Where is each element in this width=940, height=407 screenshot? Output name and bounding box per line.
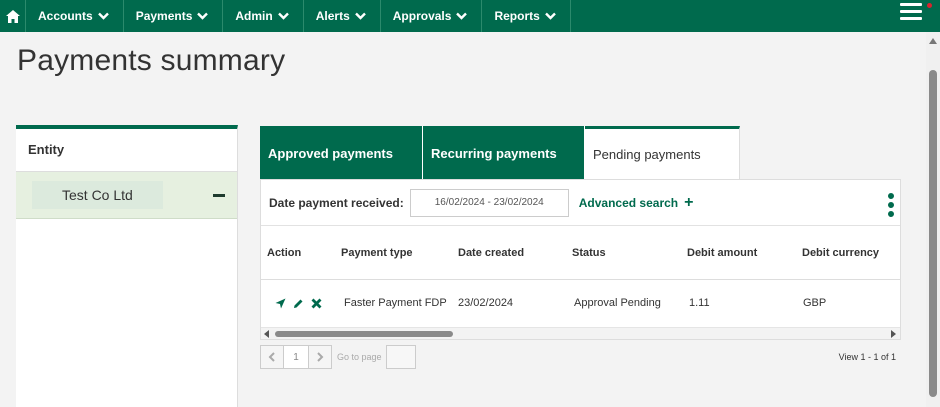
next-page-button[interactable] <box>308 345 332 369</box>
tab-label: Approved payments <box>268 145 393 161</box>
chevron-down-icon <box>197 12 209 20</box>
collapse-minus-icon[interactable] <box>213 193 225 197</box>
edit-pencil-icon[interactable] <box>293 298 304 309</box>
cell-payment-type: Faster Payment FDP <box>344 297 447 309</box>
table-row: Faster Payment FDP 23/02/2024 Approval P… <box>261 280 900 326</box>
scrollbar-thumb[interactable] <box>929 70 937 397</box>
cell-status: Approval Pending <box>574 297 661 309</box>
date-filter-label: Date payment received: <box>269 195 404 210</box>
nav-alerts[interactable]: Alerts <box>304 0 381 32</box>
top-nav: Accounts Payments Admin Alerts Approvals… <box>0 0 940 32</box>
view-count: View 1 - 1 of 1 <box>838 352 896 362</box>
prev-page-button[interactable] <box>260 345 284 369</box>
nav-alerts-label: Alerts <box>315 9 350 23</box>
chevron-down-icon <box>544 12 556 20</box>
nav-admin-label: Admin <box>235 9 273 23</box>
chevron-down-icon <box>354 12 366 20</box>
table-horizontal-scrollbar[interactable] <box>261 327 900 339</box>
pagination: 1 Go to page <box>260 345 416 369</box>
date-range-input[interactable]: 16/02/2024 - 23/02/2024 <box>409 188 569 217</box>
entity-panel: Entity Test Co Ltd <box>16 125 238 407</box>
cell-debit-currency: GBP <box>803 297 827 309</box>
nav-reports[interactable]: Reports <box>482 0 571 32</box>
go-to-page-label: Go to page <box>337 352 382 362</box>
nav-accounts-label: Accounts <box>38 9 93 23</box>
tab-recurring-payments[interactable]: Recurring payments <box>423 126 585 180</box>
current-page-number: 1 <box>284 345 308 369</box>
table-header: Action Payment type Date created Status … <box>261 226 900 280</box>
payment-tabs: Approved payments Recurring payments Pen… <box>260 126 740 180</box>
horizontal-scrollbar-thumb[interactable] <box>275 331 453 337</box>
home-icon <box>5 9 20 23</box>
scroll-up-arrow-icon[interactable] <box>929 38 937 44</box>
nav-payments[interactable]: Payments <box>124 0 224 32</box>
nav-approvals[interactable]: Approvals <box>381 0 483 32</box>
more-options-icon[interactable] <box>888 193 894 220</box>
tab-label: Pending payments <box>593 147 701 162</box>
advanced-search-link[interactable]: Advanced search + <box>579 194 694 212</box>
advanced-search-label: Advanced search <box>578 195 679 210</box>
column-header-action: Action <box>267 246 302 259</box>
notification-dot <box>927 3 932 8</box>
send-icon[interactable] <box>275 298 286 309</box>
delete-x-icon[interactable] <box>311 298 322 309</box>
column-header-debit-amount[interactable]: Debit amount <box>687 247 757 259</box>
entity-row[interactable]: Test Co Ltd <box>16 172 237 219</box>
nav-accounts[interactable]: Accounts <box>26 0 124 32</box>
go-to-page-input[interactable] <box>385 345 416 369</box>
column-header-status[interactable]: Status <box>572 247 606 259</box>
scroll-left-arrow-icon[interactable] <box>264 330 269 338</box>
plus-icon: + <box>684 193 694 211</box>
nav-reports-label: Reports <box>494 9 540 23</box>
column-header-date-created[interactable]: Date created <box>458 247 524 259</box>
chevron-left-icon <box>268 352 275 362</box>
chevron-down-icon <box>456 12 468 20</box>
nav-payments-label: Payments <box>135 9 193 23</box>
cell-debit-amount: 1.11 <box>689 297 710 309</box>
nav-admin[interactable]: Admin <box>223 0 304 32</box>
chevron-right-icon <box>317 352 324 362</box>
tab-label: Recurring payments <box>431 145 557 161</box>
tab-approved-payments[interactable]: Approved payments <box>260 126 423 180</box>
scroll-right-arrow-icon[interactable] <box>891 330 896 338</box>
entity-header: Entity <box>16 129 237 172</box>
hamburger-menu-icon[interactable] <box>900 3 922 23</box>
tab-pending-payments[interactable]: Pending payments <box>585 126 740 180</box>
entity-name: Test Co Ltd <box>32 181 163 209</box>
row-actions <box>275 298 322 309</box>
pending-payments-panel: Date payment received: 16/02/2024 - 23/0… <box>260 179 901 340</box>
chevron-down-icon <box>277 12 289 20</box>
home-button[interactable] <box>0 0 26 32</box>
nav-approvals-label: Approvals <box>392 9 452 23</box>
chevron-down-icon <box>97 12 109 20</box>
cell-date-created: 23/02/2024 <box>458 297 514 309</box>
page-scrollbar[interactable] <box>926 32 940 407</box>
filter-row: Date payment received: 16/02/2024 - 23/0… <box>261 180 900 226</box>
column-header-payment-type[interactable]: Payment type <box>341 247 413 259</box>
page-title: Payments summary <box>17 44 286 77</box>
column-header-debit-currency[interactable]: Debit currency <box>802 247 879 259</box>
